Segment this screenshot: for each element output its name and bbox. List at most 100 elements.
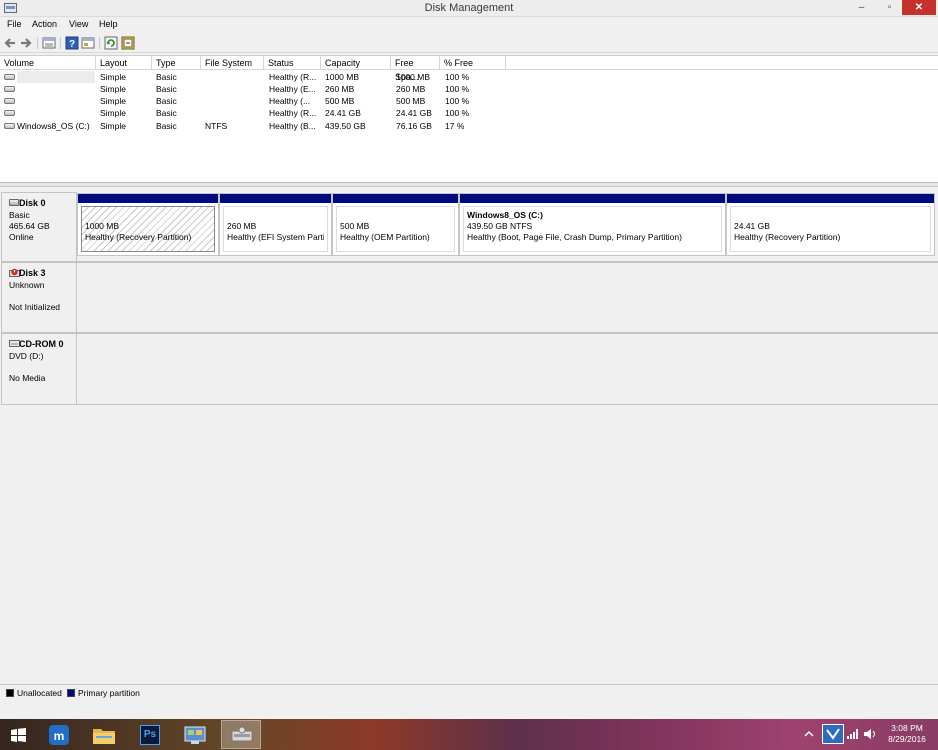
legend-swatch-primary [67, 689, 75, 697]
column-header-free-space[interactable]: Free Spa... [391, 56, 440, 82]
column-header-volume[interactable]: Volume [0, 56, 96, 70]
menu-action[interactable]: Action [32, 19, 57, 29]
partition-windows-os[interactable]: Windows8_OS (C:) 439.50 GB NTFS Healthy … [459, 193, 726, 256]
volume-list-header: Volume Layout Type File System Status Ca… [0, 56, 938, 82]
clock-time: 3:08 PM [891, 723, 923, 733]
file-explorer-taskbar-button[interactable] [84, 720, 124, 749]
column-header-status[interactable]: Status [264, 56, 321, 70]
volume-percent-free: 100 % [445, 96, 470, 106]
volume-free-space: 500 MB [396, 96, 426, 106]
forward-icon[interactable] [19, 36, 33, 50]
partition-efi[interactable]: 260 MB Healthy (EFI System Partiti [219, 193, 332, 256]
hard-disk-icon [9, 199, 19, 206]
partition-body: 1000 MB Healthy (Recovery Partition) [81, 206, 215, 252]
photoshop-icon: Ps [140, 725, 160, 745]
volume-row[interactable]: Simple Basic Healthy (R... 1000 MB 1000 … [0, 71, 938, 83]
partition-status: Healthy (OEM Partition) [340, 232, 430, 242]
partition-status: Healthy (Boot, Page File, Crash Dump, Pr… [467, 232, 682, 242]
volume-row[interactable]: Windows8_OS (C:) Simple Basic NTFS Healt… [0, 120, 938, 132]
disk-name: CD-ROM 0 [19, 339, 64, 349]
maximize-button[interactable]: ▫ [876, 0, 903, 15]
partition-header-bar [460, 194, 725, 203]
disk-status: Online [9, 232, 34, 242]
partition-body: 260 MB Healthy (EFI System Partiti [223, 206, 328, 252]
show-hidden-icons-icon[interactable] [803, 729, 815, 739]
volume-type: Basic [156, 72, 177, 82]
volume-capacity: 1000 MB [325, 72, 360, 82]
windows-logo-icon [11, 728, 26, 742]
disk-type: DVD (D:) [9, 351, 44, 361]
volume-speaker-icon[interactable] [864, 729, 876, 739]
close-button[interactable]: ✕ [902, 0, 936, 15]
volume-row[interactable]: Simple Basic Healthy (R... 24.41 GB 24.4… [0, 107, 938, 119]
minimize-button[interactable]: – [848, 0, 875, 15]
column-header-capacity[interactable]: Capacity [321, 56, 391, 70]
partition-body: 24.41 GB Healthy (Recovery Partition) [730, 206, 931, 252]
disk-3-label[interactable]: Disk 3 Unknown Not Initialized [1, 262, 77, 333]
pane-splitter[interactable] [0, 183, 938, 187]
volume-type: Basic [156, 121, 177, 131]
menu-view[interactable]: View [69, 19, 88, 29]
control-panel-icon [184, 726, 206, 744]
volume-status: Healthy (E... [269, 84, 316, 94]
cdrom-0-label[interactable]: CD-ROM 0 DVD (D:) No Media [1, 333, 77, 405]
partition-body: Windows8_OS (C:) 439.50 GB NTFS Healthy … [463, 206, 722, 252]
volume-row[interactable]: Simple Basic Healthy (... 500 MB 500 MB … [0, 95, 938, 107]
partition-size: 1000 MB [85, 221, 120, 231]
column-header-file-system[interactable]: File System [201, 56, 264, 70]
volume-name [17, 71, 95, 83]
disk-name: Disk 0 [19, 198, 46, 208]
partition-status: Healthy (Recovery Partition) [85, 232, 192, 242]
volume-list[interactable]: Volume Layout Type File System Status Ca… [0, 55, 938, 183]
start-button[interactable] [0, 720, 38, 749]
column-header-layout[interactable]: Layout [96, 56, 152, 70]
volume-list-icon[interactable] [42, 36, 56, 50]
partition-body: 500 MB Healthy (OEM Partition) [336, 206, 455, 252]
volume-free-space: 260 MB [396, 84, 426, 94]
taskbar: m Ps 3:08 PM 8/29/2016 [0, 719, 938, 750]
taskbar-clock[interactable]: 3:08 PM 8/29/2016 [882, 723, 932, 745]
disk-management-taskbar-button[interactable] [221, 720, 261, 749]
volume-layout: Simple [100, 96, 126, 106]
partition-recovery-2[interactable]: 24.41 GB Healthy (Recovery Partition) [726, 193, 935, 256]
volume-capacity: 500 MB [325, 96, 355, 106]
partition-oem[interactable]: 500 MB Healthy (OEM Partition) [332, 193, 459, 256]
control-panel-taskbar-button[interactable] [175, 720, 215, 749]
menu-help[interactable]: Help [99, 19, 118, 29]
back-icon[interactable] [3, 36, 17, 50]
volume-percent-free: 100 % [445, 108, 470, 118]
volume-layout: Simple [100, 84, 126, 94]
rescan-icon[interactable] [121, 36, 135, 50]
tray-app-icon[interactable] [822, 724, 844, 744]
photoshop-taskbar-button[interactable]: Ps [130, 720, 170, 749]
partition-title: Windows8_OS (C:) [467, 210, 543, 220]
partition-recovery-1[interactable]: 1000 MB Healthy (Recovery Partition) [77, 193, 219, 256]
column-header-type[interactable]: Type [152, 56, 201, 70]
menu-file[interactable]: File [7, 19, 22, 29]
volume-status: Healthy (... [269, 96, 311, 106]
volume-row[interactable]: Simple Basic Healthy (E... 260 MB 260 MB… [0, 83, 938, 95]
volume-icon [4, 110, 15, 116]
help-icon[interactable]: ? [65, 36, 79, 50]
volume-name: Windows8_OS (C:) [17, 121, 90, 131]
file-explorer-icon [93, 729, 115, 744]
maxthon-taskbar-button[interactable]: m [40, 720, 80, 749]
disk-size: 465.64 GB [9, 221, 50, 231]
volume-status: Healthy (B... [269, 121, 316, 131]
disk-0-label[interactable]: Disk 0 Basic 465.64 GB Online [1, 192, 77, 262]
volume-name [17, 95, 95, 107]
volume-name [17, 107, 95, 119]
volume-capacity: 439.50 GB [325, 121, 366, 131]
refresh-icon[interactable] [104, 36, 118, 50]
menu-bar: File Action View Help [0, 17, 938, 33]
network-signal-icon[interactable] [847, 729, 859, 739]
volume-percent-free: 100 % [445, 72, 470, 82]
partition-size: 439.50 GB NTFS [467, 221, 533, 231]
checkmark-icon [826, 728, 840, 740]
volume-status: Healthy (R... [269, 108, 317, 118]
disk-status: No Media [9, 373, 46, 383]
disk-3-area [77, 262, 938, 333]
column-header-percent-free[interactable]: % Free [440, 56, 506, 70]
properties-icon[interactable] [81, 36, 95, 50]
title-bar: Disk Management – ▫ ✕ [0, 0, 938, 17]
